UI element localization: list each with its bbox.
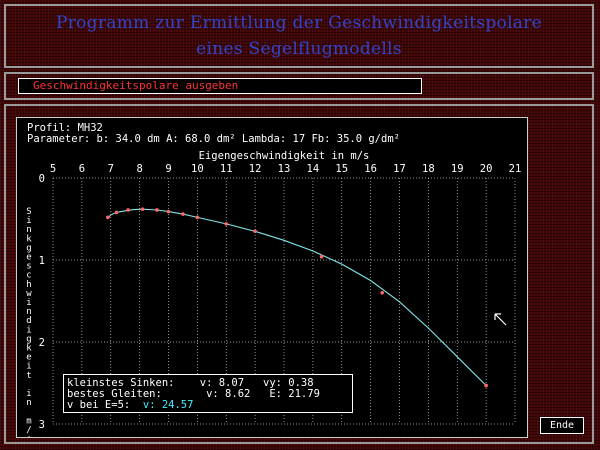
x-tick-label: 8 bbox=[136, 163, 142, 175]
data-point bbox=[114, 210, 119, 215]
x-tick-label: 18 bbox=[422, 163, 435, 175]
data-point bbox=[106, 215, 110, 220]
data-point bbox=[253, 229, 257, 234]
y-tick-label: 2 bbox=[39, 337, 45, 349]
x-tick-labels: 5 6 7 8 9 10 11 12 13 14 15 16 17 18 19 20 21 bbox=[50, 163, 521, 175]
data-point bbox=[126, 208, 130, 212]
menu-item-geschwindigkeitspolare[interactable]: Geschwindigkeitspolare ausgeben bbox=[18, 78, 422, 94]
x-tick-label: 17 bbox=[393, 163, 406, 175]
menu-panel: Geschwindigkeitspolare ausgeben bbox=[4, 72, 594, 100]
x-tick-label: 20 bbox=[480, 163, 493, 175]
y-tick-label: 0 bbox=[39, 173, 45, 185]
x-tick-label: 16 bbox=[364, 163, 377, 175]
best-glide-e: E: 21.79 bbox=[269, 388, 320, 400]
data-point bbox=[195, 215, 200, 220]
x-tick-label: 11 bbox=[220, 163, 233, 175]
x-tick-label: 13 bbox=[278, 163, 291, 175]
x-axis-label: Eigengeschwindigkeit in m/s bbox=[199, 150, 370, 162]
e5-label: v bei E=5: bbox=[67, 399, 131, 411]
mouse-pointer-icon bbox=[494, 313, 507, 326]
x-tick-label: 9 bbox=[165, 163, 171, 175]
chart-series bbox=[106, 207, 488, 388]
x-tick-label: 10 bbox=[191, 163, 204, 175]
x-tick-label: 19 bbox=[451, 163, 464, 175]
e5-row: v bei E=5: v: 24.57 bbox=[67, 399, 193, 411]
title-panel: Programm zur Ermittlung der Geschwindigk… bbox=[4, 4, 594, 68]
title-line-2: eines Segelflugmodells bbox=[196, 39, 402, 59]
x-tick-label: 5 bbox=[50, 163, 56, 175]
data-point bbox=[181, 212, 185, 216]
data-point bbox=[319, 254, 324, 259]
info-box: kleinstes Sinken: v: 8.07 vy: 0.38 beste… bbox=[63, 374, 353, 413]
y-axis-label-char: n bbox=[26, 398, 31, 408]
y-axis-label-char: t bbox=[26, 371, 31, 381]
e5-v: v: 24.57 bbox=[142, 399, 194, 411]
y-axis-label: Sinkgeschwindigkeitinm/s bbox=[26, 207, 32, 445]
x-tick-label: 6 bbox=[79, 163, 85, 175]
title-line-1: Programm zur Ermittlung der Geschwindigk… bbox=[55, 13, 543, 33]
polar-curve bbox=[107, 208, 487, 386]
data-point bbox=[155, 208, 159, 212]
y-tick-label: 3 bbox=[39, 419, 45, 431]
x-tick-label: 14 bbox=[307, 163, 320, 175]
y-tick-label: 1 bbox=[39, 255, 45, 267]
end-button[interactable]: Ende bbox=[540, 417, 584, 434]
x-tick-label: 15 bbox=[335, 163, 348, 175]
x-tick-label: 7 bbox=[108, 163, 114, 175]
y-tick-labels: 0 1 2 3 bbox=[39, 173, 45, 431]
data-point bbox=[380, 291, 384, 295]
x-tick-label: 12 bbox=[249, 163, 262, 175]
data-point bbox=[166, 209, 171, 214]
data-point bbox=[140, 207, 145, 211]
data-point bbox=[484, 383, 488, 388]
x-tick-label: 21 bbox=[509, 163, 522, 175]
y-axis-label-char: s bbox=[26, 435, 31, 438]
data-point bbox=[224, 222, 229, 226]
parameters-text: Parameter: b: 34.0 dm A: 68.0 dm² Lambda… bbox=[27, 133, 400, 145]
best-glide-v: v: 8.62 bbox=[206, 388, 251, 400]
